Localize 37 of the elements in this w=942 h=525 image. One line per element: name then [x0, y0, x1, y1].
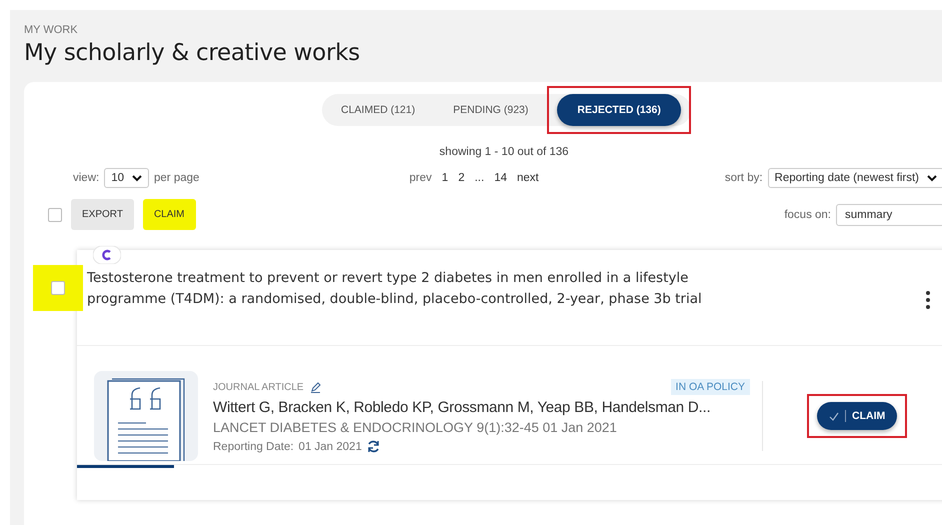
- page-link[interactable]: ...: [474, 172, 484, 184]
- tab[interactable]: REJECTED (136): [557, 94, 681, 126]
- bulk-action-button[interactable]: CLAIM: [142, 199, 196, 230]
- reporting-date: 01 Jan 2021: [298, 440, 362, 452]
- page-title: My scholarly & creative works: [24, 40, 361, 66]
- focus-select[interactable]: summary: [836, 204, 942, 226]
- work-checkbox[interactable]: [51, 281, 65, 295]
- next-link[interactable]: next: [516, 172, 539, 184]
- check-icon: [829, 412, 839, 420]
- claim-button[interactable]: CLAIM: [817, 402, 898, 430]
- page-link[interactable]: 2: [458, 172, 465, 184]
- publication-source: LANCET DIABETES & ENDOCRINOLOGY 9(1):32-45 01 Jan 2021: [213, 420, 618, 435]
- pencil-icon[interactable]: [310, 382, 321, 392]
- policy-badge: IN OA POLICY: [670, 379, 750, 395]
- focus-label: focus on:: [784, 208, 831, 220]
- prev-link[interactable]: prev: [409, 172, 432, 184]
- sort-select[interactable]: Reporting date (newest first): [768, 168, 942, 188]
- page-size-select[interactable]: 10: [104, 168, 149, 188]
- sort-label: sort by:: [724, 172, 763, 184]
- bulk-action-button[interactable]: EXPORT: [71, 199, 134, 230]
- select-all-checkbox[interactable]: [48, 208, 62, 222]
- work-type: JOURNAL ARTICLE: [213, 382, 304, 392]
- per-page-label: per page: [154, 172, 200, 184]
- work-title[interactable]: Testosterone treatment to prevent or revert type 2 diabetes in men enrolled in a lifestyle programme (T4DM): a randomised, double-blind, placebo-controlled, 2-year, phase 3b trial: [87, 268, 747, 310]
- chevron-icon: [132, 174, 142, 182]
- author-list: Wittert G, Bracken K, Robledo KP, Grossmann M, Yeap BB, Handelsman D...: [213, 399, 750, 416]
- refresh-icon[interactable]: [366, 440, 380, 453]
- page-link[interactable]: 14: [494, 172, 507, 184]
- more-icon[interactable]: [925, 290, 931, 310]
- tab[interactable]: PENDING (923): [434, 94, 548, 126]
- date-label: Reporting Date:: [213, 440, 294, 452]
- tab[interactable]: CLAIMED (121): [322, 94, 434, 126]
- results-count: showing 1 - 10 out of 136: [438, 146, 570, 158]
- chevron-icon: [927, 174, 937, 182]
- section-label: MY WORK: [24, 24, 79, 36]
- view-label: view:: [73, 172, 100, 184]
- page-link[interactable]: 1: [442, 172, 448, 184]
